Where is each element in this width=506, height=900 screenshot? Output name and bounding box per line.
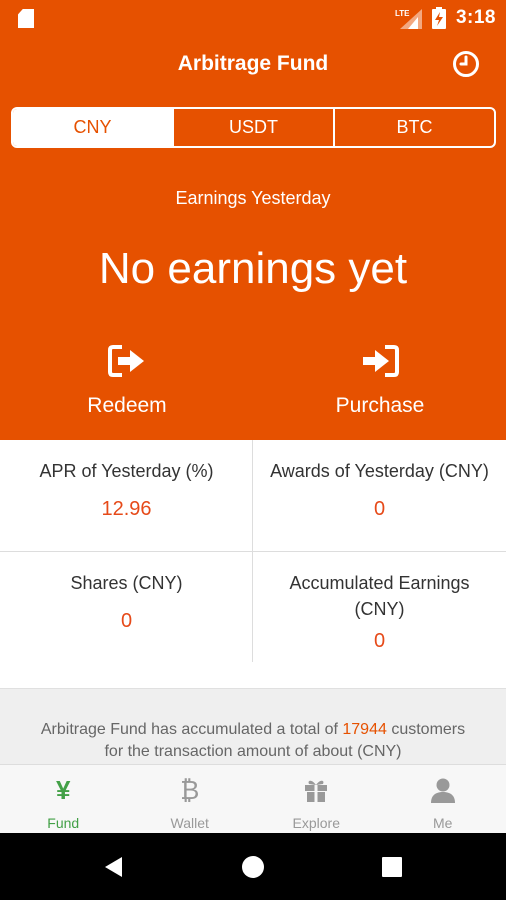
summary-prefix: Arbitrage Fund has accumulated a total o…: [40, 721, 338, 738]
gift-icon: [305, 780, 328, 802]
status-time: 3:18: [455, 7, 496, 28]
purchase-button[interactable]: Purchase: [290, 344, 470, 418]
history-clock-icon[interactable]: [452, 50, 480, 78]
awards-label: Awards of Yesterday (CNY): [270, 461, 489, 481]
currency-tabs: CNY USDT BTC: [11, 107, 496, 148]
lte-signal-icon: LTE: [395, 9, 422, 29]
page-title: Arbitrage Fund: [177, 52, 329, 75]
status-bar: LTE 3:18: [0, 0, 506, 36]
person-icon: [430, 778, 455, 803]
home-circle-icon: [242, 855, 264, 878]
recents-button[interactable]: [352, 833, 432, 900]
apr-value: 12.96: [101, 498, 152, 520]
stats-grid: APR of Yesterday (%) 12.96 Awards of Yes…: [0, 440, 506, 668]
bottom-nav: ¥ Fund ₿ Wallet Explore Me: [0, 764, 506, 833]
app-bar: Arbitrage Fund: [0, 36, 506, 94]
accumulated-earnings-value: 0: [373, 630, 386, 652]
fund-summary: Arbitrage Fund has accumulated a total o…: [0, 688, 506, 764]
purchase-label: Purchase: [335, 394, 425, 417]
back-triangle-icon: [105, 856, 122, 877]
nav-explore[interactable]: Explore: [253, 765, 380, 833]
earnings-yesterday-label: Earnings Yesterday: [175, 188, 331, 208]
recents-square-icon: [382, 856, 402, 877]
network-type-label: LTE: [395, 9, 410, 18]
shares-label: Shares (CNY): [70, 573, 183, 593]
redeem-label: Redeem: [87, 394, 167, 417]
fund-header: CNY USDT BTC Earnings Yesterday No earni…: [0, 94, 506, 440]
nav-fund-label: Fund: [47, 815, 80, 831]
accumulated-earnings-stat: Accumulated Earnings (CNY) 0: [253, 570, 506, 653]
awards-stat: Awards of Yesterday (CNY) 0: [253, 458, 506, 521]
customer-count: 17944: [342, 721, 387, 738]
battery-charging-icon: [431, 7, 446, 29]
nav-me[interactable]: Me: [380, 765, 506, 833]
summary-line-2: for the transaction amount of about (CNY…: [104, 743, 402, 760]
earnings-yesterday-value: No earnings yet: [98, 244, 408, 293]
redeem-exit-icon: [108, 345, 144, 377]
nav-me-label: Me: [433, 815, 453, 831]
nav-wallet[interactable]: ₿ Wallet: [127, 765, 254, 833]
divider: [0, 551, 506, 552]
system-nav-bar: [0, 833, 506, 900]
nav-fund[interactable]: ¥ Fund: [0, 765, 127, 833]
sd-card-icon: [18, 9, 34, 28]
home-button[interactable]: [213, 833, 293, 900]
apr-label: APR of Yesterday (%): [39, 461, 214, 481]
tab-cny[interactable]: CNY: [13, 109, 172, 146]
awards-value: 0: [373, 498, 386, 520]
shares-stat: Shares (CNY) 0: [0, 570, 253, 633]
purchase-enter-icon: [363, 345, 399, 377]
summary-line-1: Arbitrage Fund has accumulated a total o…: [0, 721, 506, 739]
nav-explore-label: Explore: [292, 815, 340, 831]
summary-suffix: customers: [391, 721, 466, 738]
accumulated-earnings-label: Accumulated Earnings (CNY): [289, 573, 470, 619]
redeem-button[interactable]: Redeem: [37, 344, 217, 418]
yuan-icon: ¥: [56, 774, 71, 805]
shares-value: 0: [120, 610, 133, 632]
back-button[interactable]: [74, 833, 154, 900]
tab-btc[interactable]: BTC: [333, 109, 494, 146]
apr-stat: APR of Yesterday (%) 12.96: [0, 458, 253, 521]
tab-usdt[interactable]: USDT: [172, 109, 333, 146]
bitcoin-icon: ₿: [180, 774, 200, 805]
nav-wallet-label: Wallet: [170, 815, 209, 831]
